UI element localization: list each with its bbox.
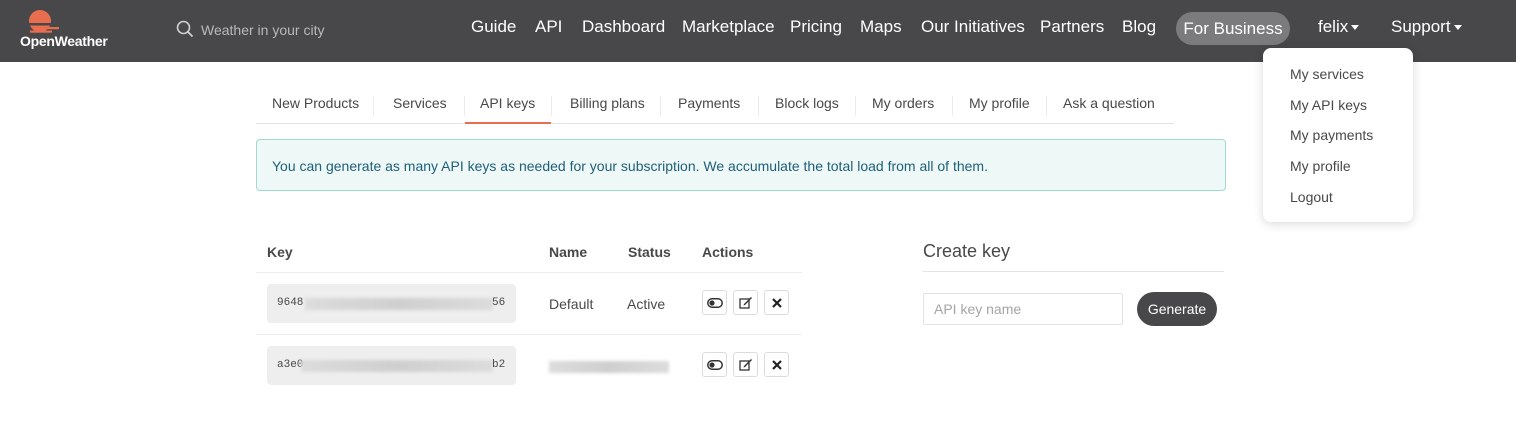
brand-name: OpenWeather xyxy=(20,33,108,49)
create-key-title: Create key xyxy=(923,241,1011,261)
active-tab-indicator xyxy=(465,122,551,124)
for-business-button[interactable]: For Business xyxy=(1176,12,1290,45)
column-header-actions: Actions xyxy=(702,244,754,260)
tab-divider xyxy=(464,96,465,116)
menu-item-my-api-keys[interactable]: My API keys xyxy=(1290,97,1367,113)
tab-my-profile[interactable]: My profile xyxy=(969,95,1030,111)
tab-block-logs[interactable]: Block logs xyxy=(775,95,839,111)
tab-divider xyxy=(551,96,552,116)
column-header-key: Key xyxy=(267,244,293,260)
generate-button[interactable]: Generate xyxy=(1137,292,1217,326)
tab-api-keys[interactable]: API keys xyxy=(480,95,535,111)
redacted-key-mask xyxy=(305,298,493,310)
city-search[interactable] xyxy=(176,19,396,41)
table-divider xyxy=(256,272,802,273)
api-key-value[interactable]: 9648 56 xyxy=(267,284,516,323)
tab-divider xyxy=(660,96,661,116)
nav-pricing[interactable]: Pricing xyxy=(790,17,842,37)
user-dropdown-menu: My services My API keys My payments My p… xyxy=(1263,48,1413,222)
edit-key-button[interactable] xyxy=(733,290,758,315)
support-menu-toggle[interactable]: Support xyxy=(1391,17,1462,37)
delete-icon xyxy=(771,359,782,370)
redacted-name-status-mask xyxy=(549,361,669,373)
tab-new-products[interactable]: New Products xyxy=(272,95,359,111)
tab-divider xyxy=(1046,96,1047,116)
nav-maps[interactable]: Maps xyxy=(860,17,902,37)
tab-my-orders[interactable]: My orders xyxy=(872,95,934,111)
menu-item-my-profile[interactable]: My profile xyxy=(1290,158,1351,174)
api-key-suffix: b2 xyxy=(492,359,506,371)
api-key-prefix: a3e0 xyxy=(277,359,304,371)
delete-key-button[interactable] xyxy=(764,352,789,377)
nav-marketplace[interactable]: Marketplace xyxy=(682,17,775,37)
caret-down-icon xyxy=(1453,25,1462,31)
redacted-key-mask xyxy=(301,360,493,372)
tab-payments[interactable]: Payments xyxy=(678,95,740,111)
api-key-name: Default xyxy=(549,296,594,312)
support-label: Support xyxy=(1391,17,1451,36)
nav-guide[interactable]: Guide xyxy=(471,17,516,37)
account-tabs: New Products Services API keys Billing p… xyxy=(256,88,1174,124)
column-header-status: Status xyxy=(628,244,671,260)
edit-key-button[interactable] xyxy=(733,352,758,377)
tab-divider xyxy=(855,96,856,116)
api-key-value[interactable]: a3e0 b2 xyxy=(267,346,516,385)
delete-icon xyxy=(771,297,782,308)
column-header-name: Name xyxy=(549,244,588,260)
toggle-key-button[interactable] xyxy=(702,290,727,315)
toggle-key-button[interactable] xyxy=(702,352,727,377)
api-key-suffix: 56 xyxy=(492,297,506,309)
delete-key-button[interactable] xyxy=(764,290,789,315)
city-search-input[interactable] xyxy=(201,19,391,41)
search-icon xyxy=(176,20,194,38)
info-alert-text: You can generate as many API keys as nee… xyxy=(272,158,988,174)
nav-blog[interactable]: Blog xyxy=(1122,17,1156,37)
edit-icon xyxy=(738,297,752,309)
api-key-name-input[interactable] xyxy=(923,293,1123,325)
nav-partners[interactable]: Partners xyxy=(1040,17,1104,37)
nav-api[interactable]: API xyxy=(535,17,562,37)
nav-our-initiatives[interactable]: Our Initiatives xyxy=(921,17,1025,37)
user-menu-toggle[interactable]: felix xyxy=(1318,17,1360,37)
menu-item-my-services[interactable]: My services xyxy=(1290,66,1364,82)
api-key-status: Active xyxy=(627,296,666,312)
menu-item-my-payments[interactable]: My payments xyxy=(1290,127,1373,143)
info-alert: You can generate as many API keys as nee… xyxy=(256,139,1226,191)
openweather-logo[interactable]: OpenWeather xyxy=(20,8,120,54)
tab-billing-plans[interactable]: Billing plans xyxy=(570,95,645,111)
create-key-divider xyxy=(923,271,1224,272)
edit-icon xyxy=(738,359,752,371)
tab-divider xyxy=(373,96,374,116)
tab-divider xyxy=(758,96,759,116)
tab-services[interactable]: Services xyxy=(393,95,447,111)
nav-dashboard[interactable]: Dashboard xyxy=(582,17,665,37)
caret-down-icon xyxy=(1351,25,1360,31)
user-name: felix xyxy=(1318,17,1349,36)
tab-divider xyxy=(952,96,953,116)
table-divider xyxy=(256,334,802,335)
api-key-prefix: 9648 xyxy=(277,297,304,309)
menu-item-logout[interactable]: Logout xyxy=(1290,189,1333,205)
toggle-icon xyxy=(706,297,723,308)
tab-ask-a-question[interactable]: Ask a question xyxy=(1063,95,1155,111)
toggle-icon xyxy=(706,359,723,370)
